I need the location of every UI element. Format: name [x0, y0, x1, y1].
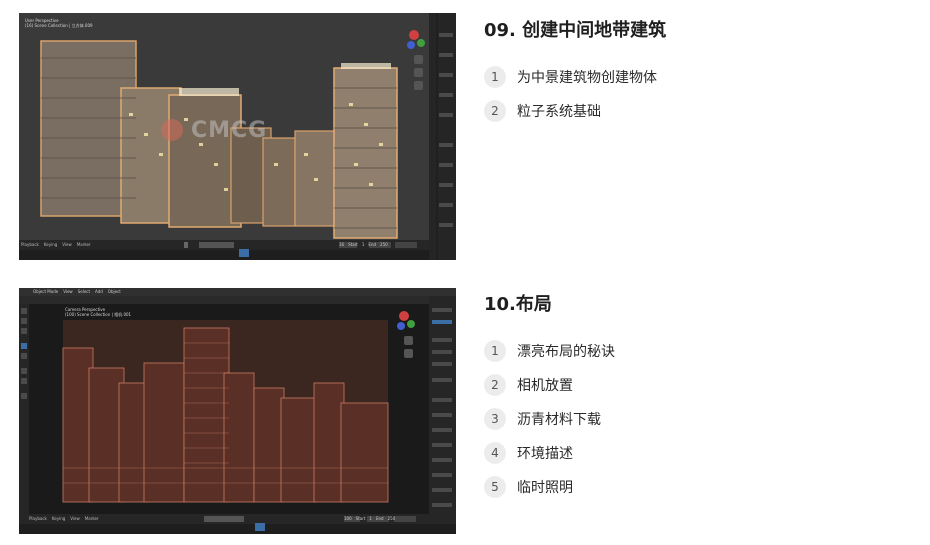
mode-menu-select[interactable]: Select: [78, 289, 90, 294]
timeline-menu-marker[interactable]: Marker: [77, 242, 91, 247]
lesson-title: 沥青材料下载: [517, 412, 601, 428]
end-value[interactable]: 250: [388, 516, 396, 521]
timeline-menu: Playback Keying View Marker: [29, 516, 99, 521]
lesson-title: 相机放置: [517, 378, 573, 394]
lesson-title: 环境描述: [517, 446, 573, 462]
lesson-item[interactable]: 3 沥青材料下载: [484, 402, 615, 436]
blender-screenshot-buildings: User Perspective (16) Scene Collection |…: [19, 13, 456, 260]
frame-controls: 100 Start 1 End 250: [344, 516, 395, 521]
section-09: 09. 创建中间地带建筑 1 为中景建筑物创建物体 2 粒子系统基础: [484, 16, 666, 128]
lesson-number-badge: 2: [484, 374, 506, 396]
lesson-title: 为中景建筑物创建物体: [517, 70, 657, 86]
timeline-menu-keying[interactable]: Keying: [44, 242, 57, 247]
mode-menu: Object Mode View Select Add Object: [33, 289, 121, 294]
lesson-item[interactable]: 4 环境描述: [484, 436, 615, 470]
mode-menu-view[interactable]: View: [63, 289, 73, 294]
collection-label: (100) Scene Collection | 相机.001: [65, 312, 132, 317]
current-frame[interactable]: 16: [339, 242, 344, 247]
lesson-item[interactable]: 1 漂亮布局的秘诀: [484, 334, 615, 368]
lesson-number-badge: 1: [484, 66, 506, 88]
section-title: 10.布局: [484, 294, 552, 315]
timeline-menu-view[interactable]: View: [70, 516, 80, 521]
mode-menu-object[interactable]: Object: [108, 289, 121, 294]
lesson-item[interactable]: 2 相机放置: [484, 368, 615, 402]
lesson-number-badge: 2: [484, 100, 506, 122]
lesson-title: 粒子系统基础: [517, 104, 601, 120]
lesson-item[interactable]: 1 为中景建筑物创建物体: [484, 60, 666, 94]
blender-screenshot-layout: Object Mode View Select Add Object Camer…: [19, 288, 456, 534]
timeline-menu-marker[interactable]: Marker: [85, 516, 99, 521]
lesson-number-badge: 4: [484, 442, 506, 464]
lesson-title: 漂亮布局的秘诀: [517, 344, 615, 360]
lesson-number-badge: 5: [484, 476, 506, 498]
end-label: End: [368, 242, 377, 247]
start-label: Start: [348, 242, 358, 247]
section-10: 10.布局 1 漂亮布局的秘诀 2 相机放置 3 沥青材料下载 4 环境描述 5…: [484, 290, 615, 504]
viewport-canvas: [19, 288, 456, 534]
start-value[interactable]: 1: [369, 516, 372, 521]
timeline-menu-playback[interactable]: Playback: [29, 516, 47, 521]
mode-menu-add[interactable]: Add: [95, 289, 103, 294]
end-value[interactable]: 250: [380, 242, 388, 247]
timeline-menu-view[interactable]: View: [62, 242, 72, 247]
viewport-info: Camera Perspective (100) Scene Collectio…: [65, 307, 131, 317]
timeline-menu-keying[interactable]: Keying: [52, 516, 65, 521]
lesson-item[interactable]: 5 临时照明: [484, 470, 615, 504]
viewport-info: User Perspective (16) Scene Collection |…: [25, 18, 93, 28]
start-value[interactable]: 1: [362, 242, 365, 247]
watermark-logo-icon: [161, 119, 183, 141]
lesson-title: 临时照明: [517, 480, 573, 496]
lesson-number-badge: 3: [484, 408, 506, 430]
mode-menu-object-mode[interactable]: Object Mode: [33, 289, 58, 294]
frame-controls: 16 Start 1 End 250: [339, 242, 388, 247]
section-title: 09. 创建中间地带建筑: [484, 20, 667, 41]
timeline-menu-playback[interactable]: Playback: [21, 242, 39, 247]
current-frame[interactable]: 100: [344, 516, 352, 521]
lesson-item[interactable]: 2 粒子系统基础: [484, 94, 666, 128]
lesson-number-badge: 1: [484, 340, 506, 362]
collection-label: (16) Scene Collection | 立方体.009: [25, 23, 93, 28]
watermark-text: CMCG: [191, 118, 268, 143]
start-label: Start: [355, 516, 366, 521]
end-label: End: [375, 516, 384, 521]
timeline-menu: Playback Keying View Marker: [21, 242, 91, 247]
